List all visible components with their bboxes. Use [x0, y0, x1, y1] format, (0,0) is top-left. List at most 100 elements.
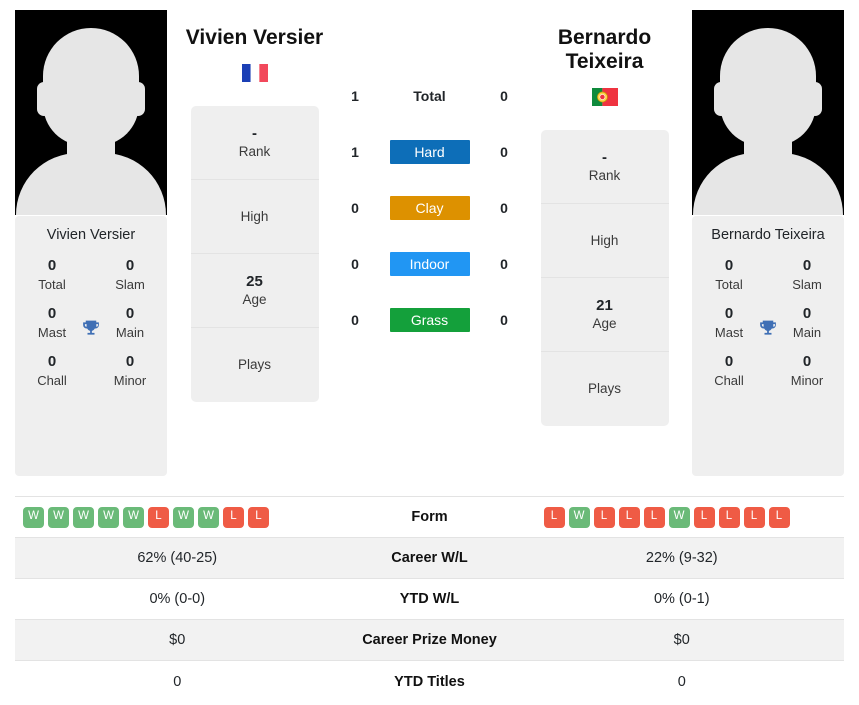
left-info-age: 25 Age: [190, 254, 319, 329]
label: Age: [242, 292, 267, 308]
surface-chip-hard: Hard: [389, 140, 470, 164]
right-info-plays: Plays: [541, 352, 669, 426]
label: Age: [592, 316, 617, 332]
form-badge-win: W: [568, 506, 590, 528]
value: 0: [47, 257, 57, 275]
right-ytd_wl-value: 0% (0-1): [653, 591, 710, 607]
table-row: W W W W W L W W L L Form L W L L L W L L L L: [15, 497, 844, 538]
value: 0: [125, 304, 135, 322]
label: Main: [792, 325, 822, 341]
left-titles-grid: 0 Total 0 Slam 0 Mast 0 Main 0 Chall 0 M…: [21, 256, 161, 389]
surface-chip-indoor: Indoor: [389, 252, 470, 276]
table-row: 0 YTD Titles 0: [15, 661, 844, 702]
right-form-value: LWLLLWLLLL: [520, 506, 845, 528]
left-photo-caption: Vivien Versier: [46, 227, 136, 243]
left-player-name: Vivien Versier: [185, 26, 324, 49]
h2h-right-count: 0: [500, 312, 508, 328]
h2h-row-total: 1 Total 0: [342, 68, 517, 124]
avatar-ear-right: [808, 82, 822, 116]
avatar-body: [16, 153, 166, 215]
form-badge-win: W: [173, 506, 194, 528]
trophy-icon: [81, 318, 102, 343]
form-badge-win: W: [668, 506, 690, 528]
form-badge-win: W: [48, 506, 69, 528]
left-titles-total: 0 Total: [23, 256, 81, 294]
right-photo-caption: Bernardo Teixeira: [711, 227, 825, 243]
left-player-card: Vivien Versier 0 Total 0 Slam 0 Mast 0 M…: [15, 10, 167, 476]
titles-row: 0 Total 0 Slam: [23, 256, 159, 294]
right-titles-slam: 0 Slam: [778, 256, 836, 294]
form-badge-loss: L: [593, 506, 615, 528]
left-titles-slam: 0 Slam: [101, 256, 159, 294]
flag-france-icon: [241, 62, 268, 84]
label: Plays: [587, 381, 621, 397]
form-badge-win: W: [198, 506, 219, 528]
table-row-label: Career W/L: [391, 550, 468, 566]
label: Rank: [238, 144, 271, 160]
left-player-photo: [15, 10, 167, 215]
value: 0: [802, 352, 812, 370]
label: Chall: [714, 372, 744, 388]
form-badge-loss: L: [693, 506, 715, 528]
left-info-high: High: [190, 180, 319, 255]
form-badge-win: W: [98, 506, 119, 528]
value: 25: [246, 272, 263, 290]
stats-comparison-table: W W W W W L W W L L Form L W L L L W L L L L 62% (40-25) Caree…: [15, 496, 844, 705]
form-badge-loss: L: [223, 506, 244, 528]
form-badge-win: W: [123, 506, 144, 528]
h2h-left-count: 1: [351, 88, 359, 104]
left-info-card: - Rank High 25 Age Plays: [190, 106, 319, 403]
right-titles-total: 0 Total: [700, 256, 758, 294]
right-titles-card: Bernardo Teixeira 0 Total 0 Slam 0 Mast …: [692, 216, 844, 476]
player-comparison-page: Vivien Versier 0 Total 0 Slam 0 Mast 0 M…: [0, 0, 859, 705]
left-titles-card: Vivien Versier 0 Total 0 Slam 0 Mast 0 M…: [15, 216, 167, 476]
right-player-card: Bernardo Teixeira 0 Total 0 Slam 0 Mast …: [692, 10, 844, 476]
right-titles-mast: 0 Mast: [700, 304, 758, 342]
value: -: [252, 124, 257, 142]
label: High: [240, 208, 269, 224]
avatar-ear-left: [714, 82, 728, 116]
left-ytd_wl-value: 0% (0-0): [149, 591, 206, 607]
h2h-left-count: 0: [351, 312, 359, 328]
h2h-left-count: 1: [351, 144, 359, 160]
left-info-rank: - Rank: [190, 106, 319, 181]
surface-chip-clay: Clay: [389, 196, 470, 220]
titles-row: 0 Chall 0 Minor: [23, 352, 159, 390]
h2h-left-count: 0: [351, 256, 359, 272]
avatar-ear-right: [131, 82, 145, 116]
form-badge-loss: L: [543, 506, 565, 528]
form-badge-loss: L: [248, 506, 269, 528]
titles-row: 0 Total 0 Slam: [700, 256, 836, 294]
label: Minor: [790, 372, 824, 388]
form-badge-loss: L: [718, 506, 740, 528]
value: 0: [724, 352, 734, 370]
value: 0: [47, 304, 57, 322]
value: 0: [802, 257, 812, 275]
label: Total: [715, 277, 743, 293]
h2h-right-count: 0: [500, 200, 508, 216]
label: Plays: [237, 357, 271, 373]
flag-portugal-icon: [591, 86, 618, 108]
left-titles-main: 0 Main: [101, 304, 159, 342]
right-titles-main: 0 Main: [778, 304, 836, 342]
h2h-left-count: 0: [351, 200, 359, 216]
table-row-label: YTD W/L: [399, 591, 460, 607]
value: 0: [47, 352, 57, 370]
label: Chall: [37, 372, 67, 388]
label: Slam: [115, 277, 145, 293]
value: 0: [724, 257, 734, 275]
right-player-photo: [692, 10, 844, 215]
left-titles-mast: 0 Mast: [23, 304, 81, 342]
table-row-label: Career Prize Money: [362, 632, 497, 648]
form-badge-win: W: [23, 506, 44, 528]
titles-row: 0 Chall 0 Minor: [700, 352, 836, 390]
label: Slam: [792, 277, 822, 293]
right-ytd_titles-value: 0: [677, 673, 686, 690]
avatar-ear-left: [37, 82, 51, 116]
right-form-strip: LWLLLWLLLL: [520, 506, 845, 528]
value: 0: [802, 304, 812, 322]
form-badge-loss: L: [743, 506, 765, 528]
right-player-name: Bernardo Teixeira: [557, 26, 652, 74]
form-badge-loss: L: [618, 506, 640, 528]
right-titles-chall: 0 Chall: [700, 352, 758, 390]
